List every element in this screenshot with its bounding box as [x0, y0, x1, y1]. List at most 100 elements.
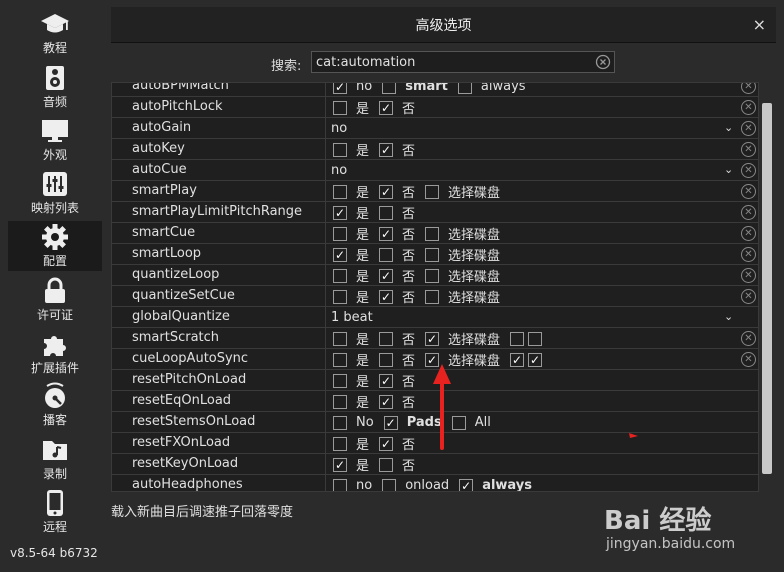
option-checkbox[interactable]: [333, 100, 347, 115]
option-checkbox-label[interactable]: 否: [402, 392, 415, 411]
option-checkbox[interactable]: [333, 394, 347, 409]
option-checkbox[interactable]: [382, 478, 397, 491]
option-checkbox[interactable]: [333, 436, 347, 451]
option-checkbox[interactable]: [333, 184, 347, 199]
sidebar-item-4[interactable]: 配置: [8, 221, 102, 271]
option-checkbox[interactable]: [425, 184, 440, 199]
option-checkbox[interactable]: [425, 247, 440, 262]
option-checkbox-label[interactable]: 是: [356, 392, 369, 411]
reset-option-icon[interactable]: ✕: [741, 226, 756, 241]
scrollbar[interactable]: [761, 82, 773, 492]
option-checkbox[interactable]: [425, 289, 440, 304]
option-checkbox-label[interactable]: 否: [402, 434, 415, 453]
option-checkbox-label[interactable]: 否: [402, 182, 415, 201]
option-checkbox-label[interactable]: 选择碟盘: [448, 266, 500, 285]
option-checkbox-label[interactable]: 选择碟盘: [448, 287, 500, 306]
reset-option-icon[interactable]: ✕: [741, 268, 756, 283]
option-checkbox-label[interactable]: 否: [402, 287, 415, 306]
option-checkbox-label[interactable]: 是: [356, 329, 369, 348]
option-checkbox[interactable]: [425, 352, 440, 367]
option-checkbox[interactable]: [383, 415, 398, 430]
option-checkbox[interactable]: [333, 226, 347, 241]
reset-option-icon[interactable]: ✕: [741, 163, 756, 178]
option-checkbox-label[interactable]: 否: [402, 329, 415, 348]
option-checkbox[interactable]: [528, 352, 543, 367]
reset-option-icon[interactable]: ✕: [741, 205, 756, 220]
option-checkbox[interactable]: [528, 331, 543, 346]
reset-option-icon[interactable]: ✕: [741, 184, 756, 199]
option-checkbox[interactable]: [379, 268, 394, 283]
search-input[interactable]: [311, 51, 615, 73]
option-checkbox-label[interactable]: 是: [356, 266, 369, 285]
option-checkbox-label[interactable]: 否: [402, 266, 415, 285]
scrollbar-thumb[interactable]: [762, 103, 772, 474]
option-checkbox[interactable]: [379, 247, 394, 262]
chevron-down-icon[interactable]: ⌄: [724, 121, 733, 134]
option-checkbox-label[interactable]: 否: [402, 98, 415, 117]
option-checkbox-label[interactable]: 选择碟盘: [448, 329, 500, 348]
chevron-down-icon[interactable]: ⌄: [724, 163, 733, 176]
option-select[interactable]: 1 beat: [331, 310, 373, 325]
reset-option-icon[interactable]: ✕: [741, 289, 756, 304]
option-checkbox-label[interactable]: always: [482, 478, 532, 491]
clear-search-icon[interactable]: [595, 54, 611, 74]
option-checkbox-label[interactable]: 否: [402, 245, 415, 264]
option-checkbox[interactable]: [333, 478, 347, 491]
option-checkbox-label[interactable]: 否: [402, 140, 415, 159]
option-checkbox[interactable]: [333, 247, 347, 262]
option-checkbox-label[interactable]: No: [356, 415, 374, 430]
option-select[interactable]: no: [331, 163, 347, 178]
option-checkbox[interactable]: [333, 457, 347, 472]
option-checkbox-label[interactable]: 是: [356, 434, 369, 453]
option-checkbox-label[interactable]: 否: [402, 350, 415, 369]
option-checkbox[interactable]: [333, 268, 347, 283]
option-checkbox-label[interactable]: 选择碟盘: [448, 245, 500, 264]
option-checkbox[interactable]: [379, 352, 394, 367]
option-checkbox[interactable]: [510, 331, 525, 346]
option-checkbox-label[interactable]: no: [356, 83, 372, 94]
option-checkbox[interactable]: [333, 289, 347, 304]
option-checkbox-label[interactable]: onload: [405, 478, 449, 491]
option-checkbox-label[interactable]: 选择碟盘: [448, 182, 500, 201]
option-checkbox[interactable]: [379, 184, 394, 199]
option-checkbox-label[interactable]: 是: [356, 245, 369, 264]
option-checkbox[interactable]: [379, 226, 394, 241]
option-checkbox-label[interactable]: 是: [356, 224, 369, 243]
sidebar-item-7[interactable]: 播客: [8, 380, 102, 430]
option-checkbox[interactable]: [425, 226, 440, 241]
option-checkbox[interactable]: [379, 373, 394, 388]
option-checkbox[interactable]: [379, 394, 394, 409]
option-checkbox[interactable]: [425, 268, 440, 283]
option-checkbox-label[interactable]: 否: [402, 455, 415, 474]
option-checkbox-label[interactable]: 是: [356, 98, 369, 117]
option-checkbox-label[interactable]: All: [475, 415, 491, 430]
reset-option-icon[interactable]: ✕: [741, 121, 756, 136]
option-checkbox-label[interactable]: 是: [356, 287, 369, 306]
sidebar-item-9[interactable]: 远程: [8, 487, 102, 537]
reset-option-icon[interactable]: ✕: [741, 331, 756, 346]
option-checkbox[interactable]: [379, 436, 394, 451]
option-select[interactable]: no: [331, 121, 347, 136]
option-checkbox-label[interactable]: 否: [402, 224, 415, 243]
option-checkbox[interactable]: [379, 331, 394, 346]
sidebar-item-2[interactable]: 外观: [8, 115, 102, 165]
option-checkbox[interactable]: [333, 205, 347, 220]
option-checkbox[interactable]: [451, 415, 466, 430]
sidebar-item-0[interactable]: 教程: [8, 8, 102, 58]
option-checkbox-label[interactable]: 选择碟盘: [448, 224, 500, 243]
option-checkbox-label[interactable]: 是: [356, 371, 369, 390]
sidebar-item-5[interactable]: 许可证: [8, 275, 102, 325]
option-checkbox[interactable]: [382, 83, 397, 94]
option-checkbox-label[interactable]: 是: [356, 350, 369, 369]
option-checkbox[interactable]: [333, 142, 347, 157]
sidebar-item-1[interactable]: 音频: [8, 62, 102, 112]
option-checkbox[interactable]: [333, 331, 347, 346]
option-checkbox[interactable]: [379, 100, 394, 115]
option-checkbox-label[interactable]: 是: [356, 182, 369, 201]
sidebar-item-8[interactable]: 录制: [8, 434, 102, 484]
chevron-down-icon[interactable]: ⌄: [724, 310, 733, 323]
option-checkbox[interactable]: [457, 83, 472, 94]
option-checkbox[interactable]: [379, 289, 394, 304]
option-checkbox[interactable]: [379, 457, 394, 472]
reset-option-icon[interactable]: ✕: [741, 83, 756, 94]
